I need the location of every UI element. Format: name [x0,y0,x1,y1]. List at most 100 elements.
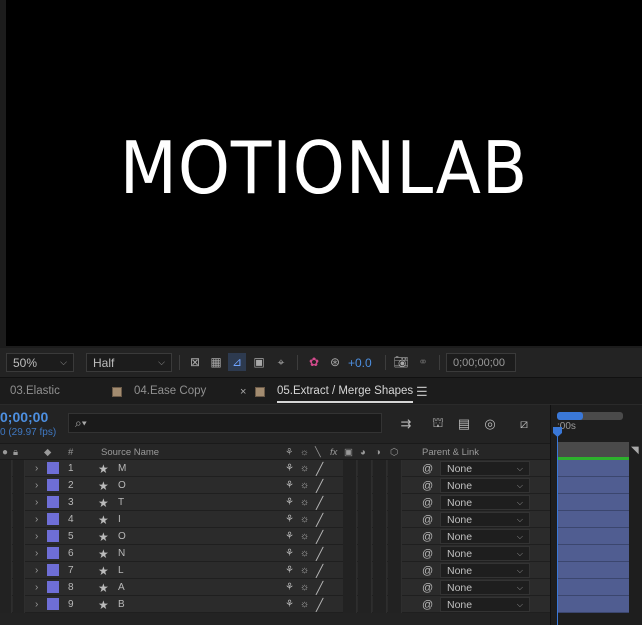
quality-switch-icon[interactable]: ╱ [316,597,323,612]
parent-dropdown[interactable]: None ⌵ [440,580,530,595]
chevron-right-icon[interactable]: › [35,597,38,612]
quality-switch-icon[interactable]: ╱ [316,529,323,544]
lock-toggle[interactable] [13,528,25,545]
graph-editor-icon[interactable]: ⧄ [514,414,534,434]
switch-cell[interactable] [358,545,372,562]
switch-cell[interactable] [358,460,372,477]
pick-whip-icon[interactable]: @ [422,478,433,493]
pick-whip-icon[interactable]: @ [422,580,433,595]
video-toggle[interactable] [0,596,12,613]
switch-cell[interactable] [388,477,402,494]
switch-cell[interactable] [343,579,357,596]
label-color-swatch[interactable] [47,547,59,559]
layer-name[interactable]: B [118,597,125,612]
quality-switch-icon[interactable]: ╱ [316,563,323,578]
video-toggle[interactable] [0,494,12,511]
layer-duration-bar[interactable] [557,596,629,613]
collapse-switch-icon[interactable]: ☼ [300,563,309,578]
video-toggle-icon[interactable]: ● [2,447,8,458]
video-toggle[interactable] [0,511,12,528]
parent-dropdown[interactable]: None ⌵ [440,478,530,493]
layer-row[interactable]: › 1 ★ M ⚘ ☼ ╱ @ None ⌵ [0,460,550,477]
exposure-value[interactable]: +0.0 [348,356,372,370]
chevron-right-icon[interactable]: › [35,546,38,561]
collapse-switch-icon[interactable]: ☼ [300,461,309,476]
video-toggle[interactable] [0,579,12,596]
pick-whip-icon[interactable]: @ [422,495,433,510]
switch-cell[interactable] [358,494,372,511]
layer-name[interactable]: M [118,461,126,476]
lock-toggle[interactable] [13,579,25,596]
label-color-swatch[interactable] [47,598,59,610]
layer-name[interactable]: A [118,580,125,595]
switch-cell[interactable] [343,494,357,511]
label-color-swatch[interactable] [47,581,59,593]
lock-toggle[interactable] [13,460,25,477]
motion-blur-column-icon[interactable]: ◕ [360,447,366,458]
pick-whip-icon[interactable]: @ [422,563,433,578]
layer-duration-bar[interactable] [557,477,629,494]
region-of-interest-icon[interactable]: ⊠ [186,353,204,371]
shy-switch-icon[interactable]: ⚘ [285,478,294,493]
tab-04-ease-copy[interactable]: 04.Ease Copy [134,385,206,397]
switch-cell[interactable] [358,579,372,596]
layer-duration-bar[interactable] [557,545,629,562]
switch-cell[interactable] [388,460,402,477]
column-parent-link[interactable]: Parent & Link [422,447,479,458]
effects-icon[interactable]: fx [330,447,337,458]
switch-cell[interactable] [373,579,387,596]
shy-switch-icon[interactable]: ⚘ [285,495,294,510]
switch-cell[interactable] [388,596,402,613]
color-management-icon[interactable]: ⊛ [326,353,344,371]
layer-row[interactable]: › 8 ★ A ⚘ ☼ ╱ @ None ⌵ [0,579,550,596]
show-snapshot-icon[interactable]: ⚭ [414,353,432,371]
layer-name[interactable]: O [118,478,126,493]
layer-row[interactable]: › 9 ★ B ⚘ ☼ ╱ @ None ⌵ [0,596,550,613]
collapse-switch-icon[interactable]: ☼ [300,597,309,612]
chevron-right-icon[interactable]: › [35,478,38,493]
pick-whip-icon[interactable]: @ [422,512,433,527]
parent-dropdown[interactable]: None ⌵ [440,461,530,476]
pick-whip-icon[interactable]: @ [422,597,433,612]
collapse-switch-icon[interactable]: ☼ [300,546,309,561]
video-toggle[interactable] [0,460,12,477]
pick-whip-icon[interactable]: @ [422,529,433,544]
label-color-swatch[interactable] [47,462,59,474]
safe-margins-icon[interactable]: ▣ [250,353,268,371]
panel-menu-icon[interactable]: ☰ [416,384,428,400]
parent-dropdown[interactable]: None ⌵ [440,546,530,561]
layer-row[interactable]: › 6 ★ N ⚘ ☼ ╱ @ None ⌵ [0,545,550,562]
shy-switch-icon[interactable]: ⚘ [285,597,294,612]
label-color-swatch[interactable] [47,513,59,525]
layer-name[interactable]: N [118,546,125,561]
parent-dropdown[interactable]: None ⌵ [440,597,530,612]
layer-name[interactable]: I [118,512,121,527]
collapse-switch-icon[interactable]: ☼ [300,580,309,595]
shy-switch-icon[interactable]: ⚘ [285,563,294,578]
comp-mini-flowchart-icon[interactable]: ⇉ [396,414,416,434]
pick-whip-icon[interactable]: @ [422,546,433,561]
viewer-timecode[interactable]: 0;00;00;00 [446,353,516,372]
video-toggle[interactable] [0,477,12,494]
layer-name[interactable]: T [118,495,124,510]
shy-switch-icon[interactable]: ⚘ [285,546,294,561]
column-source-name[interactable]: Source Name [101,447,159,458]
layer-row[interactable]: › 7 ★ L ⚘ ☼ ╱ @ None ⌵ [0,562,550,579]
collapse-switch-icon[interactable]: ☼ [300,478,309,493]
switch-cell[interactable] [343,545,357,562]
lock-toggle[interactable] [13,511,25,528]
timeline-graph[interactable]: :00s ◥ [550,405,642,625]
shy-switch-icon[interactable]: ⚘ [285,461,294,476]
quality-switch-icon[interactable]: ╱ [316,461,323,476]
lock-toggle[interactable] [13,562,25,579]
layer-duration-bar[interactable] [557,511,629,528]
quality-switch-icon[interactable]: ╱ [316,546,323,561]
switch-cell[interactable] [373,477,387,494]
switch-cell[interactable] [358,477,372,494]
switch-cell[interactable] [343,477,357,494]
draft-3d-icon[interactable]: ⛫ [428,414,448,434]
adjustment-layer-icon[interactable]: ◑ [375,447,381,458]
switch-cell[interactable] [343,596,357,613]
switch-cell[interactable] [343,511,357,528]
layer-row[interactable]: › 4 ★ I ⚘ ☼ ╱ @ None ⌵ [0,511,550,528]
